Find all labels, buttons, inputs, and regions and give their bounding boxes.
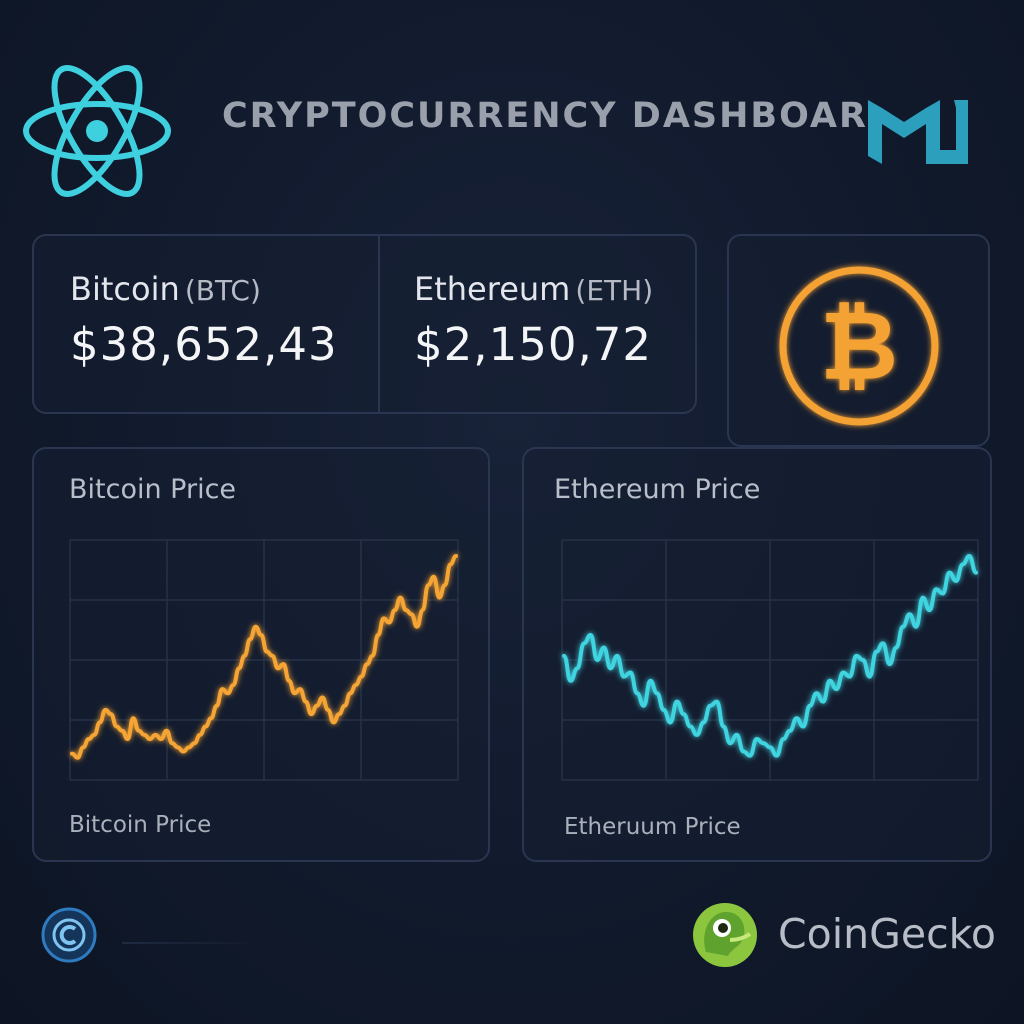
coingecko-brand[interactable]: CoinGecko bbox=[778, 910, 996, 958]
svg-text:₿: ₿ bbox=[820, 290, 898, 402]
coingecko-logo-icon[interactable] bbox=[692, 902, 758, 968]
bitcoin-icon: ₿ bbox=[778, 265, 940, 427]
page-title: CRYPTOCURRENCY DASHBOAR bbox=[222, 96, 868, 136]
copyright-icon[interactable] bbox=[40, 906, 98, 964]
footer-divider-line bbox=[122, 942, 252, 944]
ethereum-chart-footer: Etheruum Price bbox=[564, 814, 741, 840]
mui-logo-icon bbox=[868, 100, 972, 166]
react-atom-icon bbox=[22, 62, 172, 200]
eth-name: Ethereum bbox=[414, 270, 571, 308]
bitcoin-chart-footer: Bitcoin Price bbox=[69, 812, 212, 838]
eth-price: $2,150,72 bbox=[414, 318, 653, 371]
bitcoin-chart-title: Bitcoin Price bbox=[69, 474, 237, 505]
eth-symbol: (ETH) bbox=[575, 274, 654, 307]
btc-price: $38,652,43 bbox=[70, 318, 338, 371]
btc-name: Bitcoin bbox=[70, 270, 180, 308]
price-divider bbox=[378, 236, 380, 412]
btc-symbol: (BTC) bbox=[184, 274, 261, 307]
eth-price-card[interactable]: Ethereum (ETH) $2,150,72 bbox=[414, 270, 653, 371]
bitcoin-chart bbox=[69, 539, 459, 781]
ethereum-chart-title: Ethereum Price bbox=[554, 474, 761, 505]
ethereum-chart bbox=[561, 539, 979, 781]
btc-price-card[interactable]: Bitcoin (BTC) $38,652,43 bbox=[70, 270, 338, 371]
